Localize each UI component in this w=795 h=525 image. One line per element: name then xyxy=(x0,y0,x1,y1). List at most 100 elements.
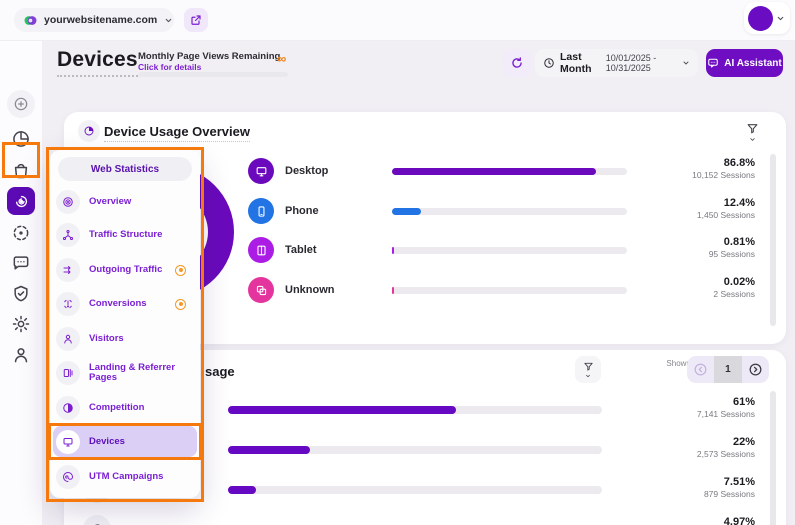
avatar xyxy=(748,6,773,31)
filter-button[interactable] xyxy=(575,356,601,383)
arrow-right-circle-icon xyxy=(748,362,763,377)
menu-item-conversions[interactable]: Conversions xyxy=(56,289,194,319)
menu-item-landing-referrer-pages[interactable]: Landing & Referrer Pages xyxy=(56,358,194,388)
previous-page-button[interactable] xyxy=(687,356,714,383)
usage-bar xyxy=(392,168,627,175)
sidebar-item-account[interactable] xyxy=(11,345,31,365)
user-location-icon xyxy=(11,345,31,365)
tablet-icon xyxy=(255,244,268,257)
sidebar-item-security[interactable] xyxy=(11,284,31,304)
desktop-device-badge xyxy=(248,158,274,184)
device-label: Tablet xyxy=(285,244,317,256)
menu-item-overview[interactable]: Overview xyxy=(56,187,194,217)
active-filter-badge xyxy=(175,265,186,276)
filter-button[interactable] xyxy=(746,122,759,143)
settings-gear-icon xyxy=(11,314,31,334)
sidebar-item-settings[interactable] xyxy=(11,314,31,334)
shopping-bag-icon xyxy=(11,160,31,180)
website-selector[interactable]: yourwebsitename.com xyxy=(14,8,174,32)
phone-device-badge xyxy=(248,198,274,224)
usage-sessions: 2,573 Sessions xyxy=(605,449,755,460)
active-filter-badge xyxy=(175,299,186,310)
page-title: Devices xyxy=(57,48,138,77)
usage-percent: 61% xyxy=(605,395,755,409)
usage-percent: 4.97% xyxy=(605,515,755,525)
competition-icon xyxy=(56,396,80,420)
chevron-down-icon xyxy=(682,59,690,67)
quota-details-link[interactable]: Click for details xyxy=(138,62,201,72)
current-page[interactable]: 1 xyxy=(714,356,741,383)
table-row: 4.97% xyxy=(83,511,755,525)
sidebar-item-web-statistics[interactable] xyxy=(7,187,35,215)
usage-sessions: 10,152 Sessions xyxy=(605,170,755,181)
funnel-filter-icon xyxy=(746,122,759,135)
monitor-icon xyxy=(255,165,268,178)
web-statistics-icon xyxy=(13,193,30,210)
conversions-icon xyxy=(56,292,80,316)
usage-sessions: 879 Sessions xyxy=(605,489,755,500)
chevron-down-icon xyxy=(749,136,756,143)
user-menu[interactable] xyxy=(744,2,790,34)
chat-icon xyxy=(11,253,31,273)
scrollbar[interactable] xyxy=(770,154,776,326)
device-label: Unknown xyxy=(285,284,335,296)
usage-percent: 12.4% xyxy=(605,196,755,210)
menu-item-visitors[interactable]: Visitors xyxy=(56,324,194,354)
chevron-down-icon xyxy=(164,16,173,25)
usage-bar xyxy=(228,486,602,494)
menu-item-traffic-structure[interactable]: Traffic Structure xyxy=(56,220,194,250)
usage-percent: 0.02% xyxy=(605,275,755,289)
tablet-device-badge xyxy=(248,237,274,263)
usage-bar xyxy=(392,208,627,215)
pie-chart-icon xyxy=(11,129,31,149)
refresh-icon xyxy=(510,56,524,70)
unknown-device-badge xyxy=(248,277,274,303)
website-name: yourwebsitename.com xyxy=(44,14,157,26)
donut-chart-icon xyxy=(78,120,100,142)
sidebar-item-goals[interactable] xyxy=(11,223,31,243)
scrollbar[interactable] xyxy=(770,391,776,525)
usage-sessions: 95 Sessions xyxy=(605,249,755,260)
chevron-down-icon xyxy=(585,373,591,379)
traffic-structure-icon xyxy=(56,223,80,247)
external-link-icon xyxy=(190,14,202,26)
menu-item-outgoing-traffic[interactable]: Outgoing Traffic xyxy=(56,255,194,285)
menu-item-devices[interactable]: Devices xyxy=(53,426,197,457)
usage-bar xyxy=(228,406,602,414)
website-favicon xyxy=(24,14,37,27)
entry-icon xyxy=(83,515,111,525)
sidebar-rail xyxy=(0,41,43,525)
device-label: Phone xyxy=(285,205,319,217)
period-label: Last Month xyxy=(560,51,601,75)
sidebar-item-add[interactable] xyxy=(7,90,35,118)
sidebar-item-reports[interactable] xyxy=(11,129,31,149)
arrow-left-circle-icon xyxy=(693,362,708,377)
usage-bar xyxy=(392,247,627,254)
device-label: Desktop xyxy=(285,165,328,177)
landing-referrer-icon xyxy=(56,361,80,385)
refresh-button[interactable] xyxy=(503,49,531,77)
quota-label: Monthly Page Views Remaining xyxy=(138,51,280,62)
target-icon xyxy=(11,223,31,243)
menu-item-utm-campaigns[interactable]: UTM Campaigns xyxy=(56,462,194,492)
quota-progress-bar xyxy=(138,72,288,77)
usage-bar xyxy=(392,287,627,294)
sidebar-item-commerce[interactable] xyxy=(11,160,31,180)
devices-icon xyxy=(56,430,80,454)
date-range-value: 10/01/2025 - 10/31/2025 xyxy=(606,53,677,73)
menu-item-competition[interactable]: Competition xyxy=(56,393,194,423)
phone-icon xyxy=(255,205,268,218)
date-range-picker[interactable]: Last Month 10/01/2025 - 10/31/2025 xyxy=(535,49,698,77)
device-row-desktop: Desktop 86.8%10,152 Sessions xyxy=(248,154,755,188)
next-page-button[interactable] xyxy=(742,356,769,383)
open-website-button[interactable] xyxy=(184,8,208,32)
card-title-fragment: sage xyxy=(205,364,235,381)
ai-assistant-button[interactable]: AI Assistant xyxy=(706,49,783,77)
overview-icon xyxy=(56,190,80,214)
web-statistics-menu: Web Statistics Overview Traffic Structur… xyxy=(50,150,200,498)
clock-icon xyxy=(543,57,555,69)
sidebar-item-messages[interactable] xyxy=(11,253,31,273)
usage-percent: 7.51% xyxy=(605,475,755,489)
usage-sessions: 2 Sessions xyxy=(605,289,755,300)
topbar: yourwebsitename.com xyxy=(0,0,795,41)
